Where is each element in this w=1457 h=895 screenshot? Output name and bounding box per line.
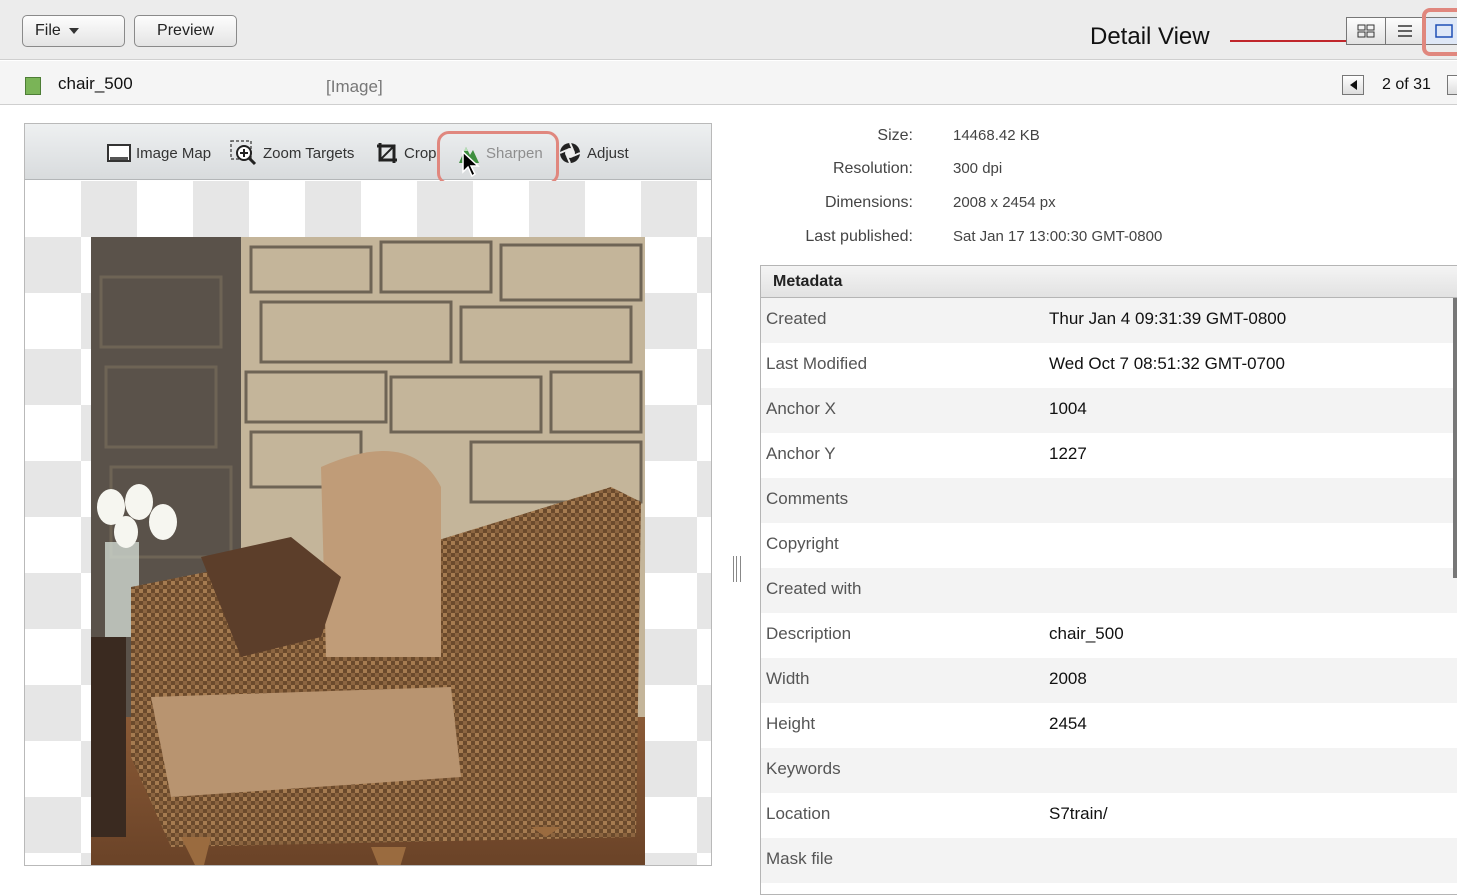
adjust-icon <box>559 142 581 164</box>
list-view-button[interactable] <box>1385 17 1425 45</box>
metadata-row: Last Modified Wed Oct 7 08:51:32 GMT-0700 <box>761 343 1457 388</box>
info-value: 14468.42 KB <box>953 127 1040 144</box>
zoom-targets-label: Zoom Targets <box>263 144 355 162</box>
metadata-row: Width 2008 <box>761 658 1457 703</box>
metadata-value: Thur Jan 4 09:31:39 GMT-0800 <box>1049 309 1287 328</box>
detail-view-highlight <box>1422 8 1457 56</box>
metadata-key: Anchor X <box>766 399 836 418</box>
chair-photo <box>91 237 645 865</box>
chevron-down-icon <box>68 28 79 34</box>
info-label: Dimensions: <box>824 194 913 211</box>
metadata-row: Description chair_500 <box>761 613 1457 658</box>
asset-header: chair_500 [Image] 2 of 31 <box>0 61 1457 105</box>
transparency-background <box>25 181 711 865</box>
info-value: 300 dpi <box>953 160 1003 177</box>
info-row-size: Size: 14468.42 KB <box>760 127 1440 151</box>
metadata-key: Comments <box>766 489 849 508</box>
mouse-pointer-icon <box>462 150 480 178</box>
info-row-resolution: Resolution: 300 dpi <box>760 160 1440 184</box>
metadata-row: Comments <box>761 478 1457 523</box>
metadata-key: Width <box>766 669 810 688</box>
metadata-panel: Metadata Created Thur Jan 4 09:31:39 GMT-… <box>760 265 1457 895</box>
metadata-key: Mask file <box>766 849 834 868</box>
file-menu-label: File <box>35 22 61 39</box>
metadata-key: Created <box>766 309 827 328</box>
metadata-row: Mask path <box>761 883 1457 894</box>
info-label: Last published: <box>805 228 913 245</box>
panel-resize-handle[interactable] <box>733 556 741 582</box>
asset-status-icon <box>25 77 41 95</box>
metadata-row: Created Thur Jan 4 09:31:39 GMT-0800 <box>761 298 1457 343</box>
metadata-key: Location <box>766 804 831 823</box>
metadata-value: Wed Oct 7 08:51:32 GMT-0700 <box>1049 354 1285 373</box>
top-toolbar: File Preview Detail View <box>0 0 1457 60</box>
asset-type: [Image] <box>326 77 383 96</box>
grid-view-button[interactable] <box>1346 17 1386 45</box>
metadata-scrollbar[interactable] <box>1453 298 1457 578</box>
info-value: Sat Jan 17 13:00:30 GMT-0800 <box>953 228 1163 245</box>
list-view-icon <box>1398 25 1412 37</box>
crop-icon <box>377 143 397 163</box>
chevron-left-icon <box>1349 80 1357 90</box>
view-mode-annotation: Detail View <box>1090 23 1210 50</box>
adjust-label: Adjust <box>587 144 629 162</box>
info-label: Resolution: <box>832 160 913 177</box>
metadata-table: Created Thur Jan 4 09:31:39 GMT-0800 Last… <box>761 298 1457 894</box>
image-map-tool[interactable]: Image Map <box>107 142 211 164</box>
grid-view-icon <box>1357 24 1375 38</box>
metadata-key: Copyright <box>766 534 839 553</box>
image-map-label: Image Map <box>136 144 212 162</box>
metadata-key: Keywords <box>766 759 841 778</box>
metadata-row: Copyright <box>761 523 1457 568</box>
crop-tool[interactable]: Crop <box>375 142 437 164</box>
file-menu-button[interactable]: File <box>22 15 125 47</box>
crop-label: Crop <box>404 144 437 162</box>
metadata-header: Metadata <box>761 266 1457 298</box>
metadata-row: Keywords <box>761 748 1457 793</box>
metadata-value: chair_500 <box>1049 624 1124 643</box>
metadata-value: 1227 <box>1049 444 1087 463</box>
metadata-key: Height <box>766 714 816 733</box>
metadata-value: S7train/ <box>1049 804 1108 823</box>
pager-count: 2 of 31 <box>1382 76 1431 93</box>
image-map-icon <box>107 144 131 162</box>
metadata-row: Height 2454 <box>761 703 1457 748</box>
metadata-row: Mask file <box>761 838 1457 883</box>
adjust-tool[interactable]: Adjust <box>558 142 629 164</box>
metadata-row: Anchor X 1004 <box>761 388 1457 433</box>
metadata-value: 1004 <box>1049 399 1087 418</box>
metadata-key: Description <box>766 624 852 643</box>
zoom-targets-icon <box>230 140 257 166</box>
image-tools-toolbar: Image Map Zoom Targets Crop Sharpen Adju… <box>25 124 711 185</box>
metadata-row: Created with <box>761 568 1457 613</box>
metadata-key: Anchor Y <box>766 444 836 463</box>
metadata-key: Last Modified <box>766 354 868 373</box>
info-row-dimensions: Dimensions: 2008 x 2454 px <box>760 194 1440 218</box>
next-asset-button[interactable] <box>1447 75 1457 95</box>
zoom-targets-tool[interactable]: Zoom Targets <box>230 140 355 166</box>
metadata-row: Location S7train/ <box>761 793 1457 838</box>
info-row-last-published: Last published: Sat Jan 17 13:00:30 GMT-… <box>760 228 1440 252</box>
previous-asset-button[interactable] <box>1342 75 1364 95</box>
metadata-row: Anchor Y 1227 <box>761 433 1457 478</box>
info-value: 2008 x 2454 px <box>953 194 1056 211</box>
preview-button[interactable]: Preview <box>134 15 237 47</box>
metadata-value: 2008 <box>1049 669 1087 688</box>
image-preview-panel: Image Map Zoom Targets Crop Sharpen Adju… <box>24 123 712 866</box>
metadata-value: 2454 <box>1049 714 1087 733</box>
asset-name: chair_500 <box>58 74 133 93</box>
info-label: Size: <box>877 127 913 144</box>
metadata-key: Created with <box>766 579 862 598</box>
sharpen-highlight <box>437 131 559 185</box>
